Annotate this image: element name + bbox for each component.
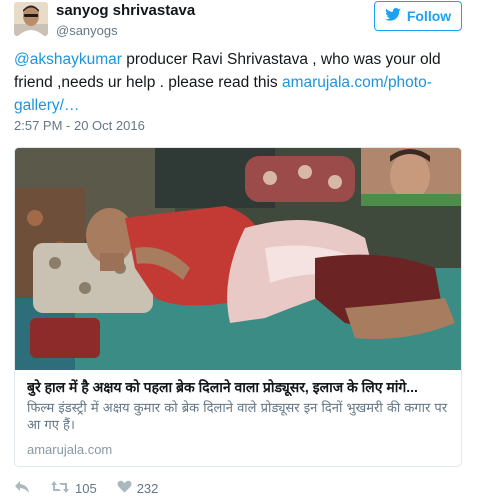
timestamp[interactable]: 2:57 PM - 20 Oct 2016	[14, 118, 145, 133]
card-description: फिल्म इंडस्ट्री में अक्षय कुमार को ब्रेक…	[27, 401, 448, 433]
mention-link[interactable]: @akshaykumar	[14, 51, 122, 68]
retweet-button[interactable]: 105	[50, 480, 97, 497]
card-title: बुरे हाल में है अक्षय को पहला ब्रेक दिला…	[27, 379, 418, 395]
follow-label: Follow	[406, 8, 452, 24]
avatar[interactable]	[14, 2, 48, 36]
user-block: sanyog shrivastava @sanyogs	[56, 2, 195, 40]
like-button[interactable]: 232	[117, 480, 159, 497]
tweet-text: @akshaykumar producer Ravi Shrivastava ,…	[14, 48, 464, 117]
twitter-bird-icon	[385, 8, 401, 24]
retweet-icon	[50, 480, 70, 497]
retweet-count: 105	[75, 481, 97, 496]
tweet-actions: 105 232	[14, 480, 158, 497]
link-card[interactable]: बुरे हाल में है अक्षय को पहला ब्रेक दिला…	[14, 147, 462, 467]
follow-button[interactable]: Follow	[374, 1, 462, 31]
tweet: sanyog shrivastava @sanyogs Follow @aksh…	[0, 0, 500, 500]
heart-icon	[117, 480, 132, 497]
card-domain: amarujala.com	[27, 442, 113, 457]
card-body: बुरे हाल में है अक्षय को पहला ब्रेक दिला…	[15, 370, 461, 465]
screen-name[interactable]: @sanyogs	[56, 22, 195, 40]
card-image[interactable]	[15, 148, 461, 370]
reply-icon	[14, 480, 30, 497]
like-count: 232	[136, 481, 159, 496]
reply-button[interactable]	[14, 480, 30, 497]
display-name[interactable]: sanyog shrivastava	[56, 2, 195, 20]
